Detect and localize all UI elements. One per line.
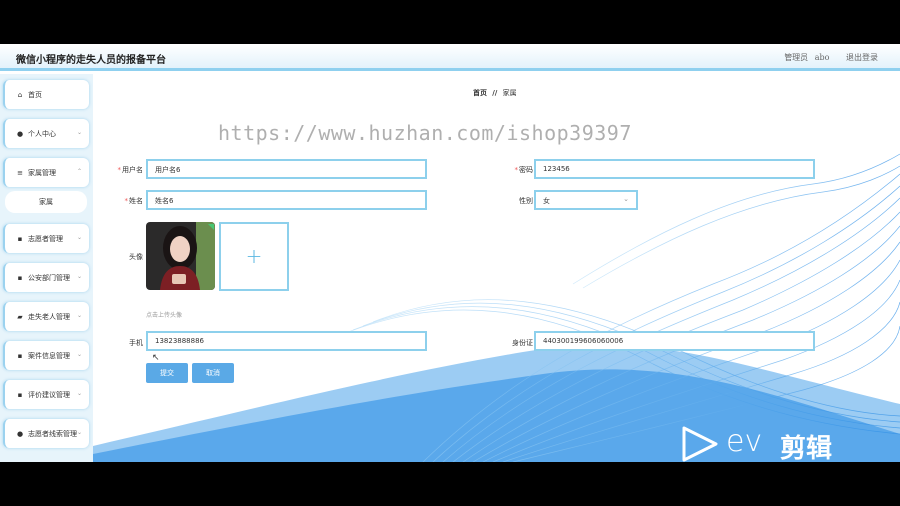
sidebar-item-label: 家属管理 [28,168,56,177]
phone-label: 手机 [129,339,143,347]
chevron-down-icon: ⌄ [623,195,629,203]
chevron-down-icon: ⌄ [76,234,82,241]
sidebar-item-label: 志愿者线索管理 [28,429,77,438]
username-field[interactable]: 用户名6 [146,159,427,179]
sidebar-item-police-management[interactable]: ▪ 公安部门管理 ⌄ [3,263,89,292]
main-content: 首页 // 家属 *用户名 用户名6 *密码 123456 *姓名 姓名6 性别… [93,74,900,462]
grid-icon: ▪ [17,351,23,360]
home-icon: ⌂ [17,90,23,99]
sidebar-subitem-label: 家属 [39,198,53,206]
gender-select[interactable]: 女 ⌄ [534,190,638,210]
sidebar-item-missing-elderly-management[interactable]: ▰ 走失老人管理 ⌄ [3,302,89,331]
breadcrumb-home[interactable]: 首页 [473,89,487,97]
upload-tip: 点击上传头像 [146,312,183,319]
password-label: *密码 [514,166,534,174]
logo-text: ev [726,424,763,459]
sliders-icon: ≡ [17,168,23,177]
idcard-label: 身份证 [512,339,533,347]
sidebar-item-family-management[interactable]: ≡ 家属管理 ⌃ [3,158,89,187]
logout-link[interactable]: 退出登录 [846,53,878,62]
logo-text-2: 剪辑 [780,434,833,464]
submit-button[interactable]: 提交 [146,363,188,383]
bulb-icon: ● [16,429,24,438]
sidebar-item-review-management[interactable]: ▪ 评价建议管理 ⌄ [3,380,89,409]
sidebar-item-label: 志愿者管理 [28,234,63,243]
user-info: 管理员 abo 退出登录 [780,52,878,63]
plus-icon: + [245,244,263,268]
breadcrumb: 首页 // 家属 [473,88,517,98]
breadcrumb-separator: // [492,89,498,97]
chevron-down-icon: ⌄ [76,129,82,136]
grid-icon: ▪ [17,273,23,282]
sidebar-item-volunteer-management[interactable]: ▪ 志愿者管理 ⌄ [3,224,89,253]
chevron-up-icon: ⌃ [76,168,82,175]
avatar-image[interactable] [146,222,215,290]
chevron-down-icon: ⌄ [76,390,82,397]
chevron-down-icon: ⌄ [76,429,82,436]
sidebar-item-case-info-management[interactable]: ▪ 案件信息管理 ⌄ [3,341,89,370]
chevron-down-icon: ⌄ [76,351,82,358]
password-field[interactable]: 123456 [534,159,815,179]
phone-field[interactable]: 13823888886 [146,331,427,351]
watermark-text: https://www.huzhan.com/ishop39397 [218,121,632,145]
mouse-cursor-icon: ↖ [152,353,160,363]
video-logo: ev 剪辑 [680,424,860,468]
name-label: *姓名 [124,197,144,205]
chevron-down-icon: ⌄ [76,273,82,280]
chevron-down-icon: ⌄ [76,312,82,319]
play-logo-icon [682,426,718,462]
name-field[interactable]: 姓名6 [146,190,427,210]
sidebar-item-volunteer-clue-management[interactable]: ● 志愿者线索管理 ⌄ [3,419,89,448]
user-icon: ● [16,129,24,138]
sidebar-item-personal-center[interactable]: ● 个人中心 ⌄ [3,119,89,148]
avatar-upload-button[interactable]: + [219,222,289,291]
sidebar-item-label: 首页 [28,90,42,99]
sidebar-item-label: 公安部门管理 [28,273,70,282]
folder-icon: ▰ [17,312,23,321]
username-label: *用户名 [117,166,144,174]
gender-label: 性别 [519,197,533,205]
app-title: 微信小程序的走失人员的报备平台 [16,55,166,66]
cancel-button[interactable]: 取消 [192,363,234,383]
sidebar-subitem-family[interactable]: 家属 [5,191,87,213]
top-header: 微信小程序的走失人员的报备平台 管理员 abo 退出登录 [0,44,900,71]
breadcrumb-current: 家属 [502,89,517,97]
role-label: 管理员 [784,53,809,62]
sidebar-item-label: 评价建议管理 [28,390,70,399]
avatar-photo [146,222,215,290]
gender-value: 女 [543,197,550,205]
grid-icon: ▪ [17,390,23,399]
sidebar-item-label: 个人中心 [28,129,56,138]
grid-icon: ▪ [17,234,23,243]
app-screen: 微信小程序的走失人员的报备平台 管理员 abo 退出登录 ⌂ 首页 ● 个人中心… [0,44,900,462]
idcard-field[interactable]: 440300199606060006 [534,331,815,351]
sidebar-item-home[interactable]: ⌂ 首页 [3,80,89,109]
sidebar: ⌂ 首页 ● 个人中心 ⌄ ≡ 家属管理 ⌃ 家属 ▪ 志愿者管理 ⌄ ▪ 公安… [0,74,93,462]
sidebar-item-label: 走失老人管理 [28,312,70,321]
username-label: abo [814,53,830,62]
avatar-label: 头像 [129,253,143,261]
sidebar-item-label: 案件信息管理 [28,351,70,360]
